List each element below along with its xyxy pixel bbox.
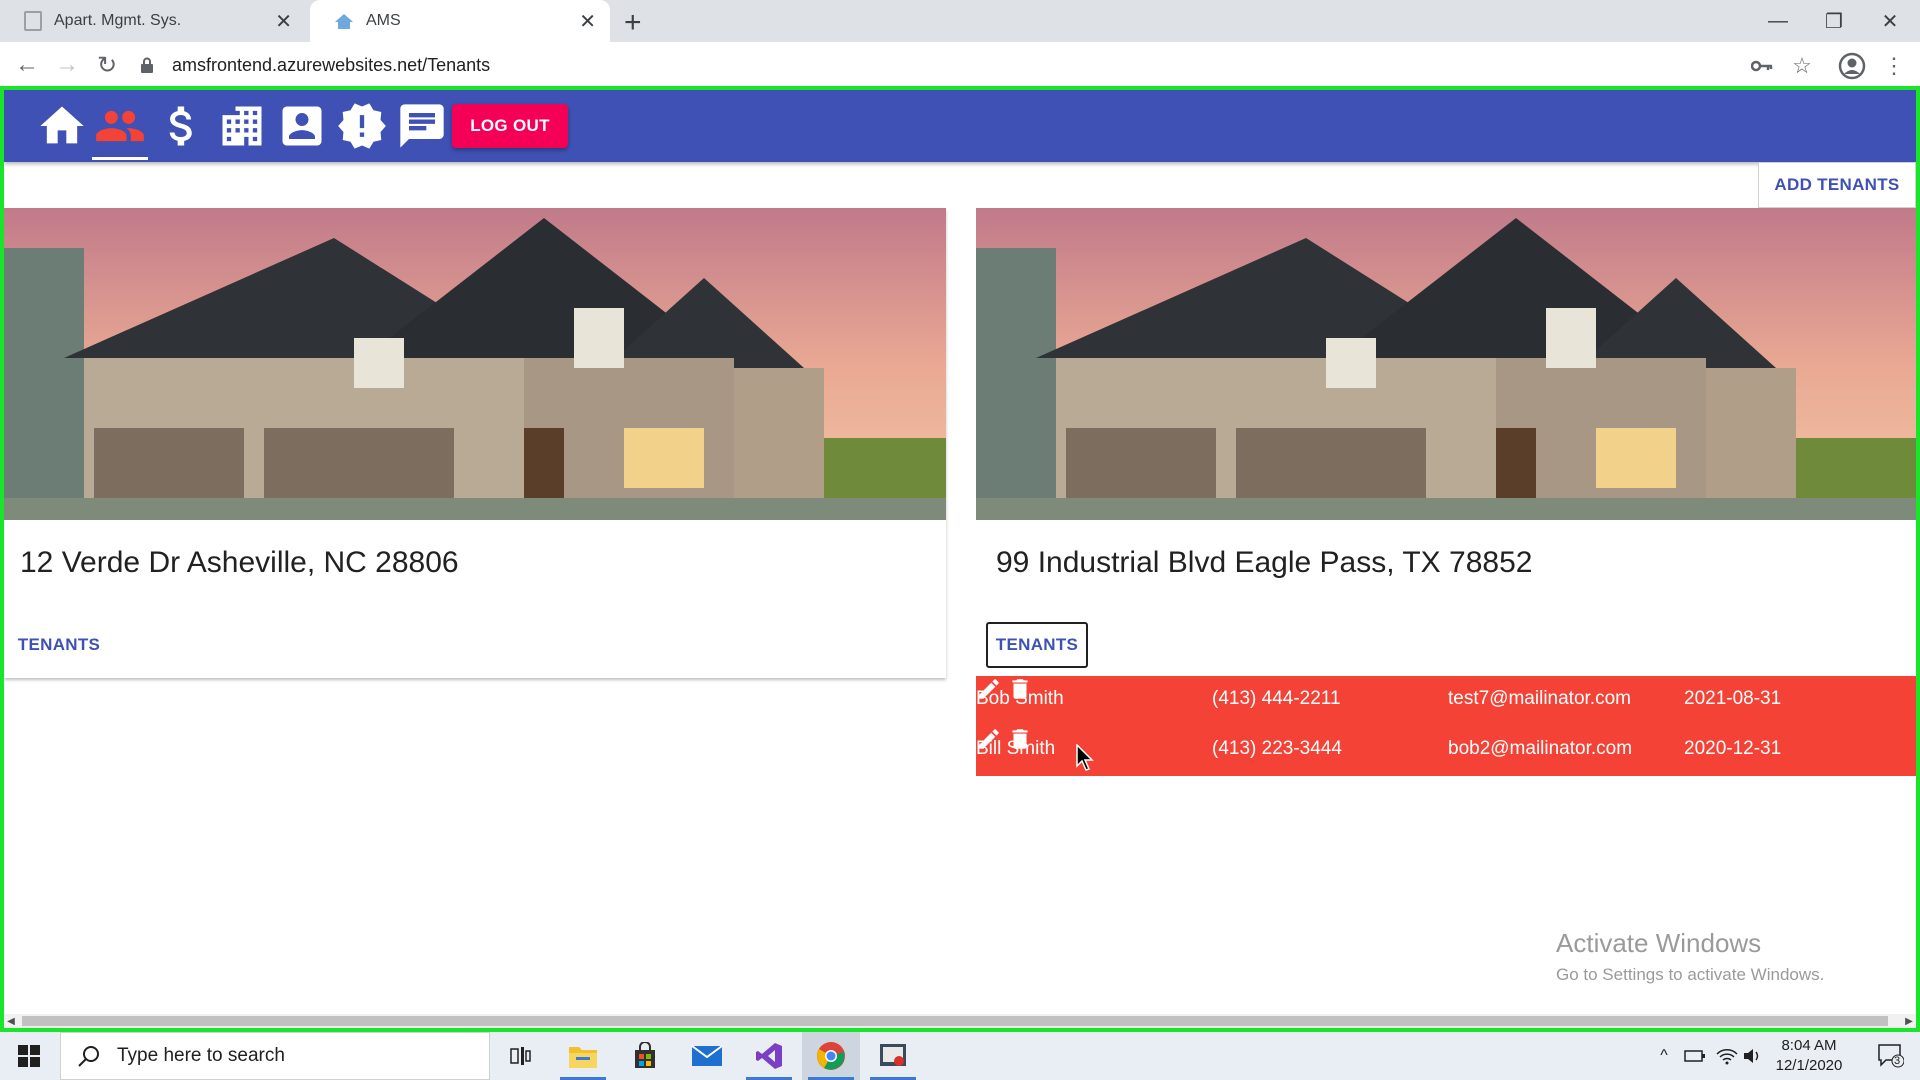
- tenant-row[interactable]: Bill Smith (413) 223-3444 bob2@mailinato…: [976, 726, 1916, 776]
- browser-tab-ams[interactable]: AMS ✕: [310, 0, 610, 42]
- property-address: 12 Verde Dr Asheville, NC 28806: [20, 546, 459, 579]
- house-photo: [976, 208, 1916, 520]
- search-placeholder: Type here to search: [117, 1045, 285, 1066]
- watermark-subtitle: Go to Settings to activate Windows.: [1556, 965, 1825, 984]
- property-address: 99 Industrial Blvd Eagle Pass, TX 78852: [996, 546, 1533, 579]
- browser-tab-strip: Apart. Mgmt. Sys. ✕ AMS ✕ + — ❐ ✕: [0, 0, 1920, 42]
- notification-count: 3: [1894, 1055, 1901, 1067]
- address-bar[interactable]: amsfrontend.azurewebsites.net/Tenants: [140, 48, 1760, 82]
- action-center-icon[interactable]: 3: [1866, 1032, 1916, 1080]
- logout-button[interactable]: LOG OUT: [452, 104, 568, 148]
- restore-window-icon[interactable]: ❐: [1806, 0, 1862, 42]
- profile-avatar-icon[interactable]: [1836, 50, 1868, 82]
- tenants-button[interactable]: TENANTS: [14, 622, 104, 668]
- alert-decagram-icon[interactable]: [334, 98, 390, 154]
- wifi-icon[interactable]: [1712, 1032, 1742, 1080]
- tenant-phone: (413) 444-2211: [1212, 688, 1341, 709]
- app-viewport: LOG OUT ADD TENANTS 12 Verde Dr Ashevill…: [0, 86, 1920, 1032]
- scroll-left-arrow-icon[interactable]: ◀: [4, 1014, 18, 1028]
- windows-start-icon[interactable]: [0, 1032, 58, 1080]
- tenant-date: 2021-08-31: [1684, 688, 1782, 709]
- tenant-date: 2020-12-31: [1684, 738, 1782, 759]
- watermark-title: Activate Windows: [1556, 928, 1762, 958]
- taskbar-search-box[interactable]: Type here to search: [60, 1032, 490, 1080]
- account-box-icon[interactable]: [274, 98, 330, 154]
- tenants-button[interactable]: TENANTS: [986, 622, 1088, 668]
- people-icon[interactable]: [92, 98, 148, 160]
- app-navbar: LOG OUT: [4, 90, 1916, 162]
- mail-icon[interactable]: [678, 1032, 736, 1080]
- search-icon: [78, 1046, 99, 1067]
- tenant-name: Bob Smith: [976, 688, 1064, 709]
- clock-time: 8:04 AM: [1781, 1037, 1837, 1054]
- active-nav-indicator: [92, 157, 148, 160]
- task-view-icon[interactable]: [492, 1032, 550, 1080]
- activate-windows-watermark: Activate Windows Go to Settings to activ…: [1556, 928, 1824, 985]
- show-hidden-icons-chevron-icon[interactable]: ^: [1650, 1032, 1678, 1080]
- scroll-right-arrow-icon[interactable]: ▶: [1902, 1014, 1916, 1028]
- browser-menu-icon[interactable]: ⋮: [1878, 50, 1910, 82]
- volume-icon[interactable]: [1740, 1032, 1766, 1080]
- visual-studio-icon[interactable]: [740, 1032, 798, 1080]
- tab-title: AMS: [366, 12, 401, 29]
- house-favicon-icon: [335, 14, 353, 29]
- windows-taskbar: Type here to search ^ 8:04 AM 12/1/2020 …: [0, 1032, 1920, 1080]
- building-icon[interactable]: [214, 98, 270, 154]
- message-icon[interactable]: [394, 98, 450, 154]
- tenant-phone: (413) 223-3444: [1212, 738, 1342, 759]
- scrollbar-thumb[interactable]: [22, 1016, 1888, 1026]
- document-favicon-icon: [24, 11, 42, 31]
- browser-toolbar: ← → ↻ amsfrontend.azurewebsites.net/Tena…: [0, 42, 1920, 88]
- dollar-icon[interactable]: [154, 98, 210, 154]
- minimize-window-icon[interactable]: —: [1750, 0, 1806, 42]
- lock-icon: [141, 57, 153, 73]
- tenant-email: test7@mailinator.com: [1448, 688, 1631, 709]
- url-text: amsfrontend.azurewebsites.net/Tenants: [172, 54, 491, 75]
- reload-icon[interactable]: ↻: [92, 50, 122, 80]
- property-card: 12 Verde Dr Asheville, NC 28806 TENANTS: [4, 208, 946, 678]
- battery-icon[interactable]: [1680, 1032, 1710, 1080]
- key-icon[interactable]: [1746, 50, 1778, 82]
- add-tenants-button[interactable]: ADD TENANTS: [1758, 162, 1916, 208]
- tenant-email: bob2@mailinator.com: [1448, 738, 1633, 759]
- microsoft-store-icon[interactable]: [616, 1032, 674, 1080]
- house-photo: [4, 208, 946, 520]
- tab-title: Apart. Mgmt. Sys.: [54, 12, 182, 29]
- home-icon[interactable]: [34, 98, 90, 154]
- tenant-name: Bill Smith: [976, 738, 1056, 759]
- chrome-icon[interactable]: [802, 1032, 860, 1080]
- forward-arrow-icon[interactable]: →: [52, 50, 82, 80]
- mouse-cursor-icon: [1076, 744, 1094, 771]
- tenant-row[interactable]: Bob Smith (413) 444-2211 test7@mailinato…: [976, 676, 1916, 726]
- screen-recorder-icon[interactable]: [864, 1032, 922, 1080]
- browser-tab-apart-mgmt[interactable]: Apart. Mgmt. Sys. ✕: [0, 0, 306, 42]
- close-window-icon[interactable]: ✕: [1862, 0, 1918, 42]
- clock-date: 12/1/2020: [1775, 1057, 1843, 1074]
- bookmark-star-icon[interactable]: ☆: [1786, 50, 1818, 82]
- back-arrow-icon[interactable]: ←: [12, 50, 42, 80]
- close-tab-icon[interactable]: ✕: [275, 9, 292, 34]
- close-tab-icon[interactable]: ✕: [579, 9, 596, 34]
- taskbar-clock[interactable]: 8:04 AM 12/1/2020: [1764, 1036, 1854, 1076]
- horizontal-scrollbar[interactable]: ◀ ▶: [4, 1014, 1916, 1028]
- file-explorer-icon[interactable]: [554, 1032, 612, 1080]
- tenant-list: Bob Smith (413) 444-2211 test7@mailinato…: [976, 676, 1916, 776]
- new-tab-plus-icon[interactable]: +: [624, 6, 642, 40]
